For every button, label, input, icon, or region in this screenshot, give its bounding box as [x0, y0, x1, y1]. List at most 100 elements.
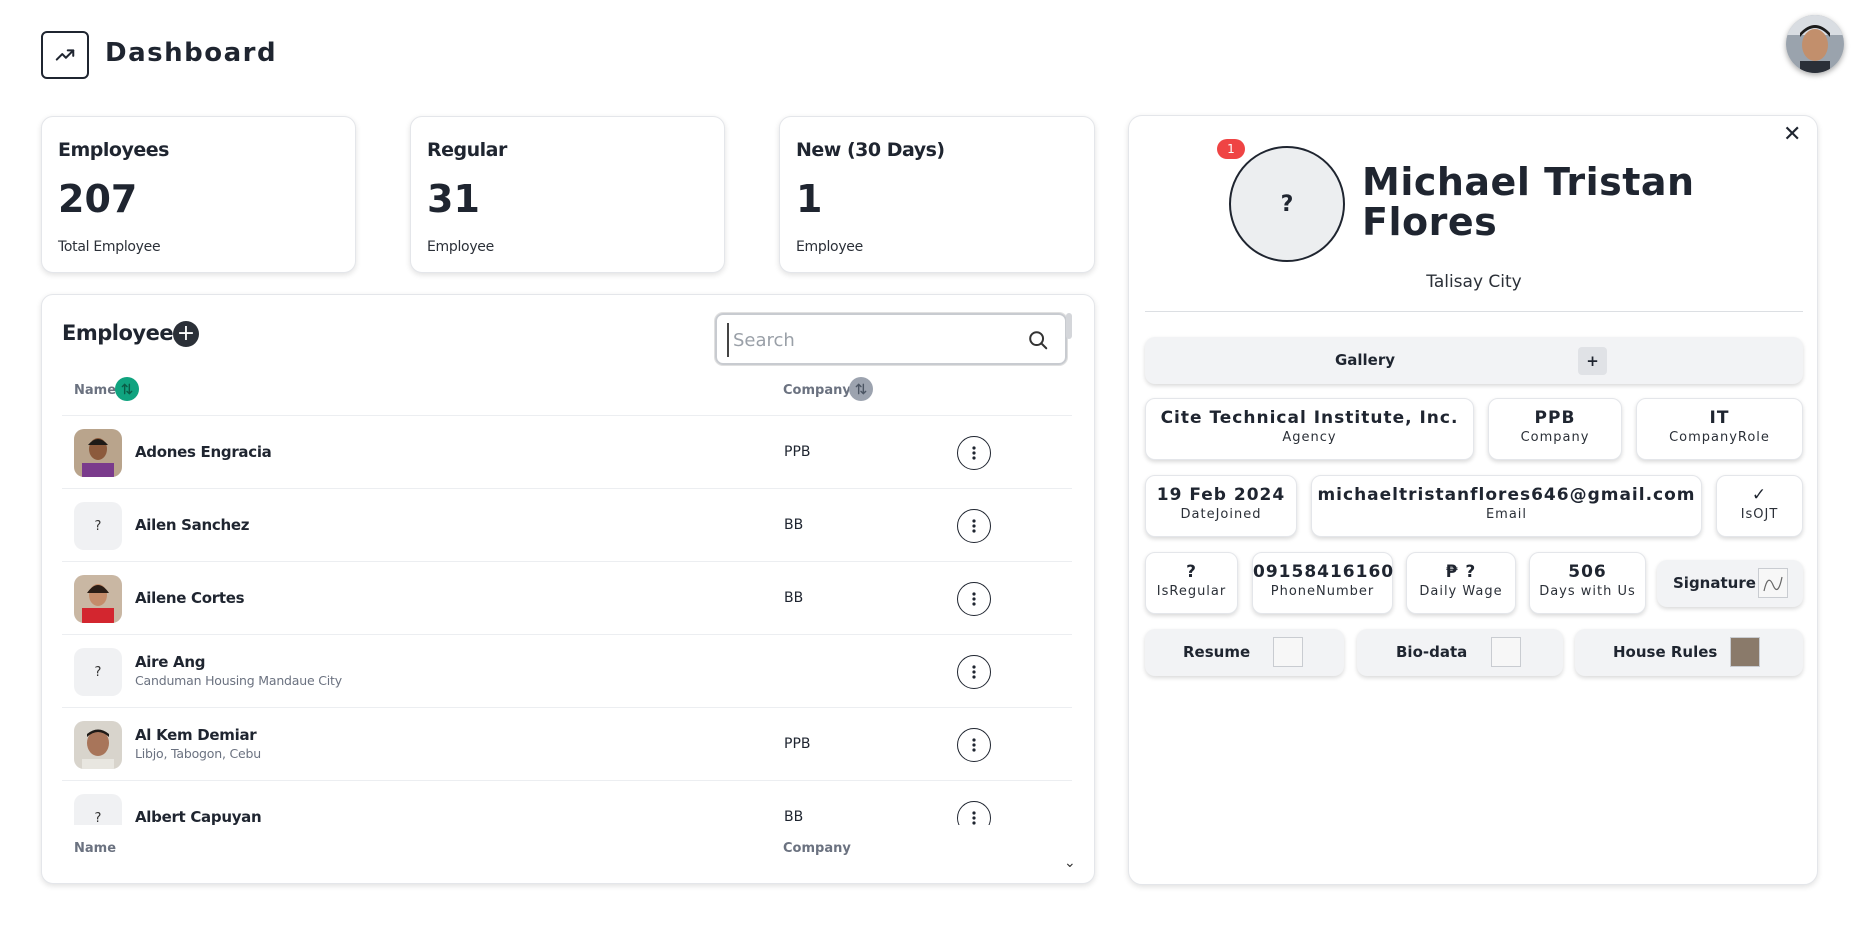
sort-name-button[interactable]	[115, 377, 139, 401]
employee-company: BB	[784, 590, 804, 606]
stat-value: 207	[58, 177, 138, 221]
employee-name[interactable]: Albert Capuyan	[135, 808, 262, 825]
stat-card-new[interactable]: New (30 Days) 1 Employee	[779, 116, 1095, 273]
divider	[1145, 311, 1803, 312]
is-regular-value: ?	[1186, 562, 1197, 582]
employee-company: BB	[784, 517, 804, 533]
profile-panel: ✕ ? 1 Michael Tristan Flores Talisay Cit…	[1128, 115, 1818, 885]
signature-button[interactable]: Signature	[1657, 560, 1803, 607]
daily-wage-pill: ₱ ? Daily Wage	[1406, 552, 1516, 614]
row-menu-button[interactable]	[957, 655, 991, 689]
col-header-name[interactable]: Name	[74, 383, 116, 398]
footer-header-name: Name	[74, 841, 117, 856]
company-role-key: CompanyRole	[1669, 430, 1770, 445]
gallery-add-button[interactable]: +	[1578, 347, 1607, 375]
employee-avatar	[74, 575, 122, 623]
stat-value: 31	[427, 177, 480, 221]
company-role-value: IT	[1709, 408, 1730, 428]
employees-panel: Employees + Name Company Adones Engracia…	[41, 294, 1095, 884]
page-title: Dashboard	[105, 38, 278, 68]
profile-city: Talisay City	[1426, 272, 1522, 292]
agency-value: Cite Technical Institute, Inc.	[1160, 408, 1459, 428]
table-row[interactable]: Adones Engracia PPB	[62, 415, 1072, 488]
agency-pill: Cite Technical Institute, Inc. Agency	[1145, 398, 1474, 460]
resume-button[interactable]: Resume	[1145, 629, 1344, 676]
sort-icon	[855, 383, 867, 395]
stat-label: Employees	[58, 139, 169, 161]
gallery-button[interactable]: Gallery +	[1145, 337, 1803, 384]
row-menu-button[interactable]	[957, 436, 991, 470]
employee-name[interactable]: Ailene Cortes	[135, 589, 245, 607]
stat-sub: Total Employee	[58, 239, 161, 255]
house-rules-label: House Rules	[1613, 643, 1718, 661]
is-ojt-pill: ✓ IsOJT	[1716, 475, 1803, 537]
plus-icon: +	[176, 321, 196, 346]
biodata-label: Bio-data	[1396, 643, 1468, 661]
company-key: Company	[1520, 430, 1590, 445]
signature-thumbnail	[1758, 568, 1788, 598]
profile-avatar[interactable]: ?	[1229, 146, 1345, 262]
employees-title: Employees	[62, 321, 186, 345]
col-header-company[interactable]: Company	[783, 383, 851, 398]
more-vertical-icon	[972, 519, 976, 533]
row-menu-button[interactable]	[957, 801, 991, 825]
more-vertical-icon	[972, 665, 976, 679]
phone-pill: 09158416160 PhoneNumber	[1252, 552, 1393, 614]
house-rules-button[interactable]: House Rules	[1575, 629, 1803, 676]
table-row[interactable]: ? Aire Ang Canduman Housing Mandaue City	[62, 634, 1072, 707]
employee-avatar: ?	[74, 648, 122, 696]
employee-list: Adones Engracia PPB ? Ailen Sanchez BB A…	[62, 415, 1072, 825]
search-icon[interactable]	[1027, 329, 1049, 351]
close-icon[interactable]: ✕	[1783, 122, 1801, 147]
email-value: michaeltristanflores646@gmail.com	[1317, 485, 1696, 505]
biodata-button[interactable]: Bio-data	[1357, 629, 1563, 676]
employee-company: PPB	[784, 736, 811, 752]
sort-icon	[121, 383, 133, 395]
employee-name[interactable]: Al Kem Demiar	[135, 726, 257, 744]
phone-value: 09158416160	[1253, 562, 1395, 582]
table-row[interactable]: ? Ailen Sanchez BB	[62, 488, 1072, 561]
row-menu-button[interactable]	[957, 728, 991, 762]
days-with-us-pill: 506 Days with Us	[1529, 552, 1646, 614]
user-avatar[interactable]	[1786, 15, 1844, 73]
sort-company-button[interactable]	[849, 377, 873, 401]
is-regular-key: IsRegular	[1156, 584, 1227, 599]
more-vertical-icon	[972, 592, 976, 606]
table-row[interactable]: Al Kem Demiar Libjo, Tabogon, Cebu PPB	[62, 707, 1072, 780]
agency-key: Agency	[1282, 430, 1337, 445]
scroll-down-chevron-icon[interactable]: ⌄	[1064, 855, 1076, 871]
daily-wage-value: ₱ ?	[1445, 562, 1477, 582]
dashboard-logo[interactable]	[41, 31, 89, 79]
days-with-us-value: 506	[1568, 562, 1607, 582]
scrollbar-thumb[interactable]	[1066, 313, 1072, 339]
table-row[interactable]: ? Albert Capuyan BB	[62, 780, 1072, 825]
employee-address: Libjo, Tabogon, Cebu	[135, 746, 261, 761]
employee-name[interactable]: Ailen Sanchez	[135, 516, 249, 534]
more-vertical-icon	[972, 811, 976, 825]
resume-label: Resume	[1183, 643, 1251, 661]
employee-name[interactable]: Adones Engracia	[135, 443, 272, 461]
row-menu-button[interactable]	[957, 509, 991, 543]
row-menu-button[interactable]	[957, 582, 991, 616]
stat-card-regular[interactable]: Regular 31 Employee	[410, 116, 725, 273]
search-input[interactable]	[727, 323, 1017, 357]
employee-name[interactable]: Aire Ang	[135, 653, 205, 671]
broken-image-icon	[1273, 637, 1303, 667]
is-regular-pill: ? IsRegular	[1145, 552, 1238, 614]
profile-name: Michael Tristan Flores	[1362, 160, 1695, 244]
stat-sub: Employee	[427, 239, 494, 255]
table-row[interactable]: Ailene Cortes BB	[62, 561, 1072, 634]
gallery-label: Gallery	[1334, 351, 1396, 369]
employee-address: Canduman Housing Mandaue City	[135, 673, 342, 688]
date-joined-value: 19 Feb 2024	[1156, 485, 1286, 505]
email-pill: michaeltristanflores646@gmail.com Email	[1311, 475, 1702, 537]
footer-header-company: Company	[783, 841, 851, 856]
stat-card-employees[interactable]: Employees 207 Total Employee	[41, 116, 356, 273]
house-rules-thumbnail	[1730, 637, 1760, 667]
more-vertical-icon	[972, 738, 976, 752]
company-value: PPB	[1534, 408, 1576, 428]
is-ojt-key: IsOJT	[1740, 507, 1779, 522]
employee-avatar: ?	[74, 794, 122, 825]
company-role-pill: IT CompanyRole	[1636, 398, 1803, 460]
add-employee-button[interactable]: +	[173, 321, 199, 347]
